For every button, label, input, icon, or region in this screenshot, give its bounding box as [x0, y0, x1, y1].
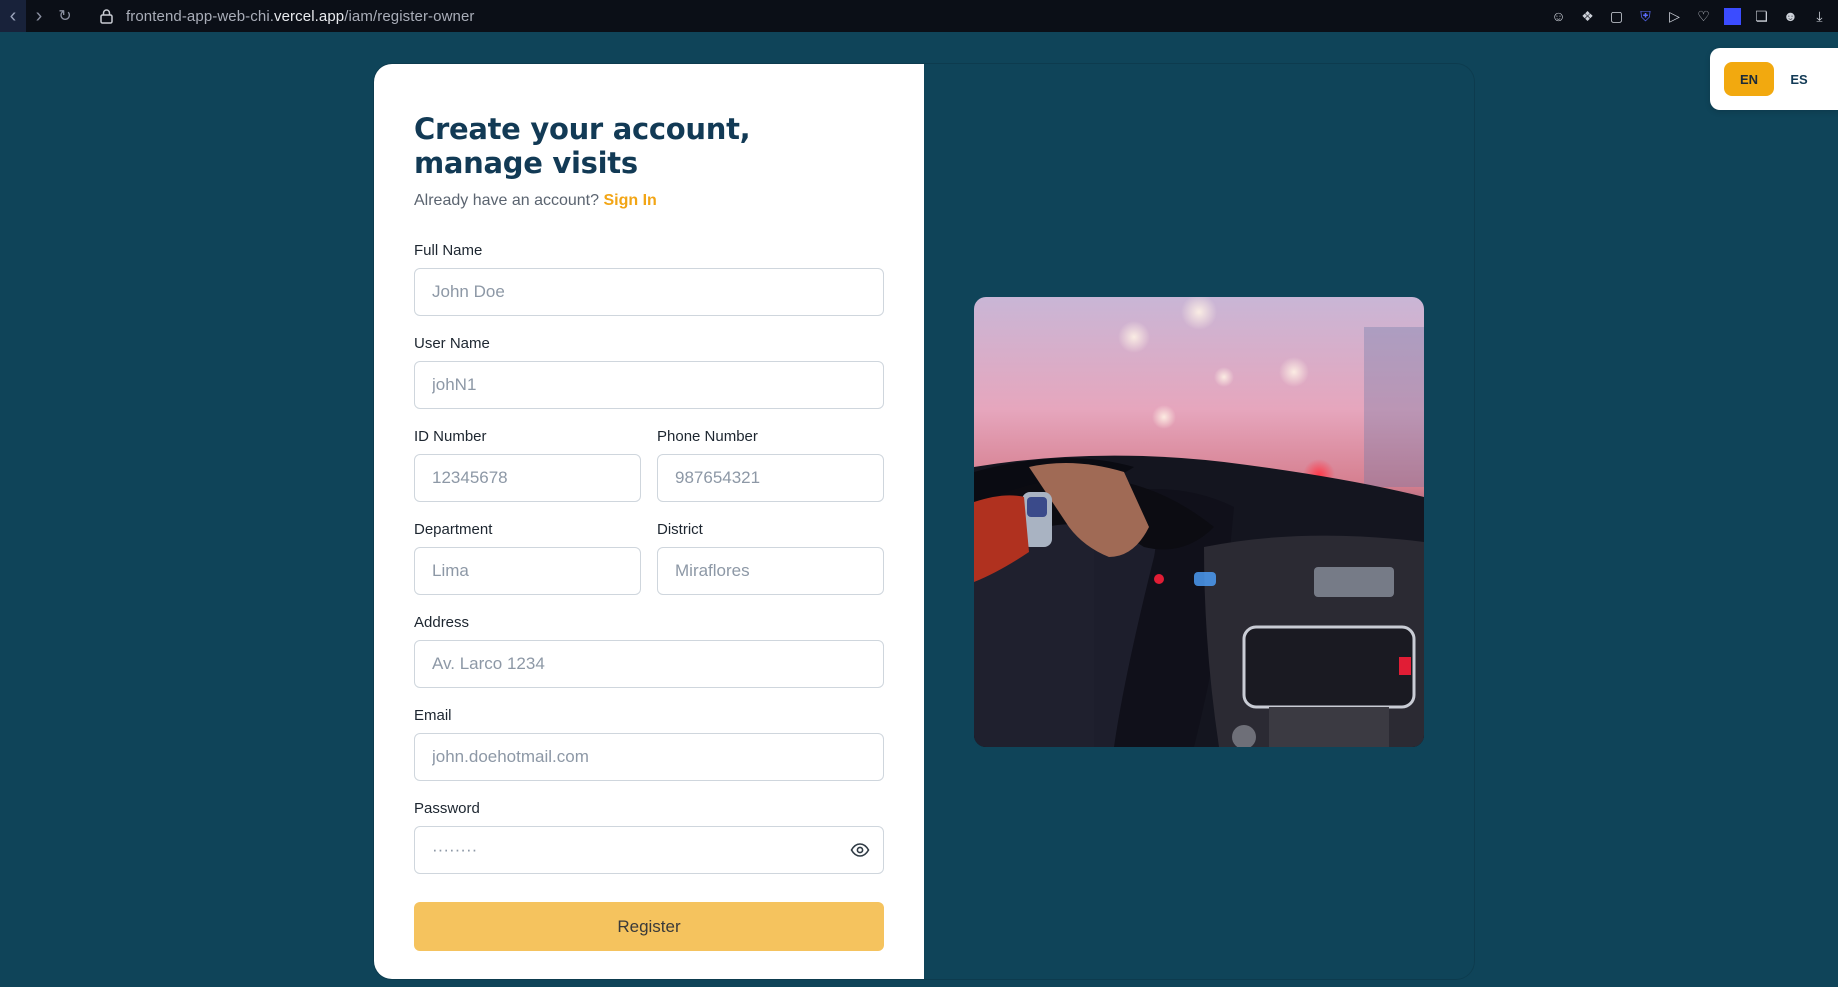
full-name-label: Full Name: [414, 242, 483, 259]
heart-icon[interactable]: ♡: [1695, 8, 1712, 25]
phone-number-input[interactable]: [657, 454, 884, 502]
extensions-icon[interactable]: ❏: [1753, 8, 1770, 25]
department-district-row: Department District: [414, 521, 884, 614]
screenshot-icon[interactable]: ▢: [1608, 8, 1625, 25]
id-number-input[interactable]: [414, 454, 641, 502]
full-name-input[interactable]: [414, 268, 884, 316]
signin-link[interactable]: Sign In: [603, 192, 656, 209]
language-switcher: EN ES: [1710, 48, 1838, 110]
department-field-group: Department: [414, 521, 641, 595]
play-icon[interactable]: ▷: [1666, 8, 1683, 25]
forward-icon[interactable]: ›: [26, 0, 52, 32]
password-field-group: Password: [414, 800, 884, 874]
signin-prompt-text: Already have an account?: [414, 192, 600, 209]
department-input[interactable]: [414, 547, 641, 595]
password-wrapper: [414, 826, 884, 874]
user-name-field-group: User Name: [414, 335, 884, 409]
email-field-group: Email: [414, 707, 884, 781]
register-button[interactable]: Register: [414, 902, 884, 951]
district-label: District: [657, 521, 703, 538]
page-title: Create your account, manage visits: [414, 112, 751, 180]
pin-icon[interactable]: ❖: [1579, 8, 1596, 25]
form-panel: Create your account, manage visits Alrea…: [374, 64, 924, 979]
password-input[interactable]: [414, 826, 884, 874]
lang-option-es[interactable]: ES: [1774, 62, 1824, 96]
eye-icon[interactable]: [850, 841, 870, 859]
shield-icon[interactable]: ⛨: [1637, 8, 1654, 25]
user-name-label: User Name: [414, 335, 490, 352]
phone-number-field-group: Phone Number: [657, 428, 884, 502]
reload-icon[interactable]: ↻: [52, 0, 78, 32]
id-number-label: ID Number: [414, 428, 487, 445]
lang-option-en[interactable]: EN: [1724, 62, 1774, 96]
register-card: Create your account, manage visits Alrea…: [374, 64, 1474, 979]
district-field-group: District: [657, 521, 884, 595]
emoji-icon[interactable]: ☺: [1550, 8, 1567, 25]
department-label: Department: [414, 521, 493, 538]
download-icon[interactable]: ⤓: [1811, 8, 1828, 25]
full-name-field-group: Full Name: [414, 242, 884, 316]
address-label: Address: [414, 614, 470, 631]
image-panel: [924, 64, 1474, 979]
password-label: Password: [414, 800, 480, 817]
toolbar-divider: [1724, 7, 1741, 25]
email-label: Email: [414, 707, 452, 724]
signin-prompt: Already have an account? Sign In: [414, 192, 884, 210]
driving-car-photo: [974, 297, 1424, 747]
id-number-field-group: ID Number: [414, 428, 641, 502]
address-input[interactable]: [414, 640, 884, 688]
id-phone-row: ID Number Phone Number: [414, 428, 884, 521]
user-name-input[interactable]: [414, 361, 884, 409]
address-field-group: Address: [414, 614, 884, 688]
back-icon[interactable]: ‹: [0, 0, 26, 32]
district-input[interactable]: [657, 547, 884, 595]
address-bar[interactable]: frontend-app-web-chi.vercel.app/iam/regi…: [126, 8, 475, 25]
profile-icon[interactable]: ☻: [1782, 8, 1799, 25]
browser-toolbar: ‹ › ↻ frontend-app-web-chi.vercel.app/ia…: [0, 0, 1838, 32]
email-input[interactable]: [414, 733, 884, 781]
phone-number-label: Phone Number: [657, 428, 758, 445]
lock-icon: [96, 6, 116, 26]
